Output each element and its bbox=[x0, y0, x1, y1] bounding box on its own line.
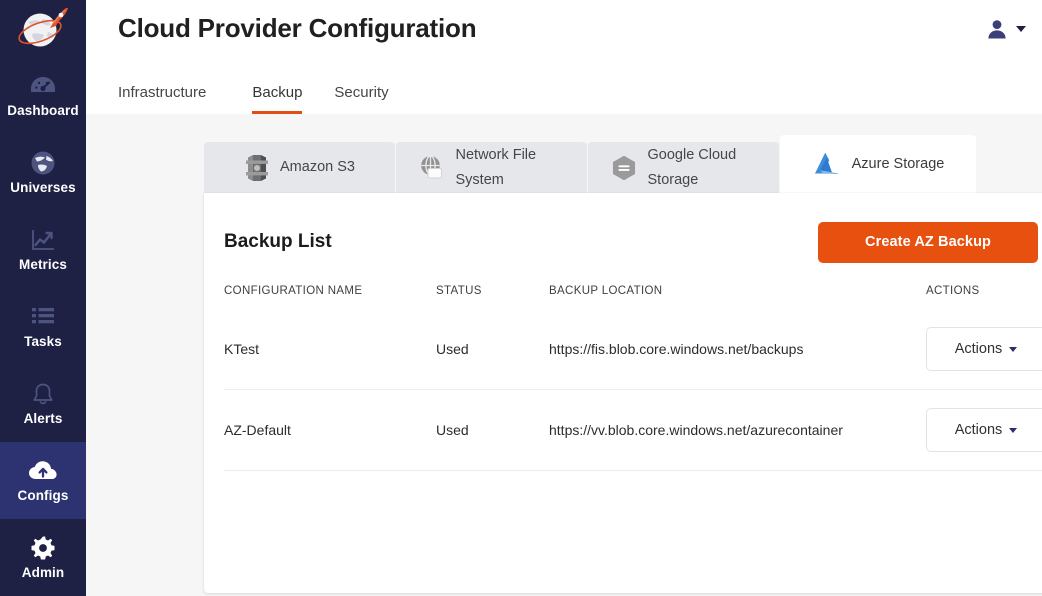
chevron-down-icon bbox=[1016, 26, 1026, 32]
cell-status: Used bbox=[436, 309, 549, 390]
provider-tab-label: Azure Storage bbox=[852, 152, 945, 177]
card-header: Backup List Create AZ Backup bbox=[224, 193, 1038, 269]
main-area: Cloud Provider Configuration Infrastruct… bbox=[86, 0, 1042, 596]
azure-storage-icon bbox=[812, 150, 842, 178]
amazon-s3-icon bbox=[244, 153, 270, 183]
cloud-upload-icon bbox=[28, 458, 58, 484]
table-body: KTest Used https://fis.blob.core.windows… bbox=[224, 309, 1042, 471]
list-icon bbox=[30, 304, 56, 330]
sidebar-item-tasks[interactable]: Tasks bbox=[0, 288, 86, 365]
line-chart-icon bbox=[30, 227, 56, 253]
backup-list-table: CONFIGURATION NAME STATUS BACKUP LOCATIO… bbox=[224, 285, 1042, 471]
sidebar-item-label: Configs bbox=[18, 489, 69, 503]
dashboard-gauge-icon bbox=[30, 73, 56, 99]
row-actions-label: Actions bbox=[955, 341, 1003, 357]
google-cloud-storage-icon bbox=[610, 154, 638, 182]
column-header-status: STATUS bbox=[436, 285, 549, 309]
sidebar-item-metrics[interactable]: Metrics bbox=[0, 211, 86, 288]
provider-tab-label: Network File System bbox=[456, 143, 566, 193]
table-row: AZ-Default Used https://vv.blob.core.win… bbox=[224, 390, 1042, 471]
row-actions-button[interactable]: Actions bbox=[926, 327, 1042, 371]
tab-infrastructure[interactable]: Infrastructure bbox=[118, 85, 222, 114]
sidebar-item-label: Tasks bbox=[24, 335, 62, 349]
user-avatar-icon bbox=[986, 18, 1008, 40]
create-az-backup-button[interactable]: Create AZ Backup bbox=[818, 222, 1038, 263]
chevron-down-icon bbox=[1009, 428, 1017, 433]
sidebar-item-universes[interactable]: Universes bbox=[0, 134, 86, 211]
page-tabs: Infrastructure Backup Security bbox=[86, 57, 1042, 114]
column-header-configuration-name: CONFIGURATION NAME bbox=[224, 285, 436, 309]
cell-backup-location: https://fis.blob.core.windows.net/backup… bbox=[549, 309, 926, 390]
sidebar: Dashboard Universes Metrics Tasks Alerts bbox=[0, 0, 86, 596]
sidebar-item-alerts[interactable]: Alerts bbox=[0, 365, 86, 442]
sidebar-item-label: Universes bbox=[10, 181, 75, 195]
sidebar-item-label: Dashboard bbox=[7, 104, 78, 118]
content-surface: Amazon S3 Network File System bbox=[86, 114, 1042, 596]
cell-configuration-name: AZ-Default bbox=[224, 390, 436, 471]
provider-tab-google-cloud-storage[interactable]: Google Cloud Storage bbox=[588, 142, 779, 193]
tab-label: Security bbox=[334, 84, 388, 101]
provider-tab-label: Google Cloud Storage bbox=[648, 143, 758, 193]
table-header-row: CONFIGURATION NAME STATUS BACKUP LOCATIO… bbox=[224, 285, 1042, 309]
user-menu[interactable] bbox=[986, 18, 1026, 40]
yugabyte-rocket-globe-logo bbox=[12, 4, 74, 54]
tab-label: Backup bbox=[252, 84, 302, 101]
app-root: Dashboard Universes Metrics Tasks Alerts bbox=[0, 0, 1042, 596]
backup-list-card: Backup List Create AZ Backup CONFIGURATI… bbox=[204, 193, 1042, 593]
cell-status: Used bbox=[436, 390, 549, 471]
provider-tab-azure-storage[interactable]: Azure Storage bbox=[780, 135, 976, 193]
top-bar: Cloud Provider Configuration bbox=[86, 0, 1042, 57]
provider-tabs: Amazon S3 Network File System bbox=[204, 135, 973, 193]
sidebar-item-label: Metrics bbox=[19, 258, 67, 272]
provider-tab-network-file-system[interactable]: Network File System bbox=[396, 142, 587, 193]
sidebar-item-dashboard[interactable]: Dashboard bbox=[0, 57, 86, 134]
chevron-down-icon bbox=[1009, 347, 1017, 352]
row-actions-button[interactable]: Actions bbox=[926, 408, 1042, 452]
provider-tab-label: Amazon S3 bbox=[280, 155, 355, 180]
cell-backup-location: https://vv.blob.core.windows.net/azureco… bbox=[549, 390, 926, 471]
globe-icon bbox=[30, 150, 56, 176]
tab-security[interactable]: Security bbox=[318, 85, 404, 114]
tab-label: Infrastructure bbox=[118, 84, 206, 101]
row-actions-label: Actions bbox=[955, 422, 1003, 438]
gear-icon bbox=[30, 535, 56, 561]
cell-configuration-name: KTest bbox=[224, 309, 436, 390]
provider-tab-amazon-s3[interactable]: Amazon S3 bbox=[204, 142, 395, 193]
backup-list-title: Backup List bbox=[224, 231, 332, 253]
sidebar-item-configs[interactable]: Configs bbox=[0, 442, 86, 519]
tab-backup[interactable]: Backup bbox=[236, 85, 318, 114]
column-header-backup-location: BACKUP LOCATION bbox=[549, 285, 926, 309]
cell-actions: Actions bbox=[926, 390, 1042, 471]
sidebar-item-label: Admin bbox=[22, 566, 65, 580]
table-row: KTest Used https://fis.blob.core.windows… bbox=[224, 309, 1042, 390]
app-logo[interactable] bbox=[0, 0, 86, 57]
sidebar-item-label: Alerts bbox=[24, 412, 63, 426]
sidebar-item-admin[interactable]: Admin bbox=[0, 519, 86, 596]
table-head: CONFIGURATION NAME STATUS BACKUP LOCATIO… bbox=[224, 285, 1042, 309]
nfs-globe-icon bbox=[418, 154, 446, 182]
column-header-actions: ACTIONS bbox=[926, 285, 1042, 309]
bell-icon bbox=[31, 381, 55, 407]
page-title: Cloud Provider Configuration bbox=[118, 13, 476, 44]
cell-actions: Actions bbox=[926, 309, 1042, 390]
